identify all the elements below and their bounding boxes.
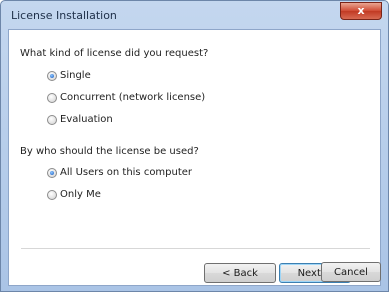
radio-button-icon[interactable] bbox=[47, 168, 57, 178]
window-title: License Installation bbox=[11, 9, 117, 22]
license-kind-question: What kind of license did you request? bbox=[20, 48, 209, 59]
radio-label[interactable]: Concurrent (network license) bbox=[60, 92, 205, 103]
radio-button-icon[interactable] bbox=[47, 190, 57, 200]
title-bar[interactable]: License Installation x bbox=[1, 1, 388, 29]
cancel-button[interactable]: Cancel bbox=[321, 262, 381, 282]
close-icon: x bbox=[357, 4, 365, 17]
back-button[interactable]: < Back bbox=[204, 263, 276, 283]
radio-label[interactable]: Single bbox=[60, 70, 91, 81]
separator-line bbox=[21, 248, 370, 249]
radio-button-icon[interactable] bbox=[47, 115, 57, 125]
radio-label[interactable]: All Users on this computer bbox=[60, 167, 192, 178]
radio-button-icon[interactable] bbox=[47, 71, 57, 81]
dialog-window: License Installation x What kind of lice… bbox=[0, 0, 389, 292]
radio-label[interactable]: Only Me bbox=[60, 189, 101, 200]
dialog-content: What kind of license did you request? Si… bbox=[8, 29, 381, 286]
radio-button-icon[interactable] bbox=[47, 93, 57, 103]
radio-label[interactable]: Evaluation bbox=[60, 114, 113, 125]
license-usage-question: By who should the license be used? bbox=[20, 146, 199, 157]
close-button[interactable]: x bbox=[340, 2, 382, 20]
